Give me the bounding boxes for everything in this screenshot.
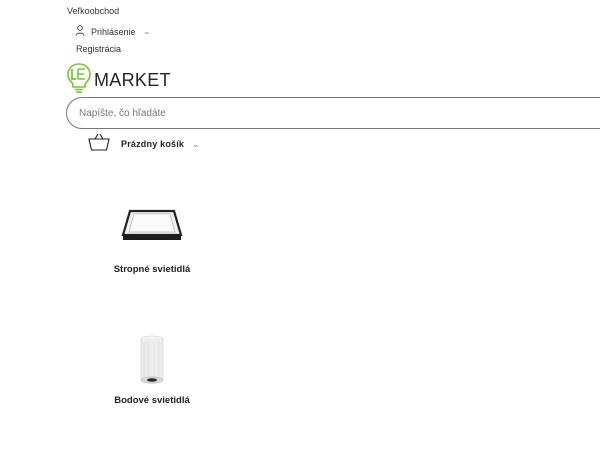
basket-icon — [88, 133, 110, 156]
category-label: Bodové svietidlá — [114, 395, 190, 406]
category-spot-lights[interactable]: Bodové svietidlá — [92, 330, 212, 406]
user-icon — [75, 25, 85, 38]
chevron-down-icon: ⌄ — [192, 139, 199, 149]
wholesale-link[interactable]: Veľkoobchod — [67, 6, 119, 16]
login-label: Prihlásenie — [91, 26, 136, 37]
cart-label: Prázdny košík — [121, 139, 185, 149]
login-dropdown[interactable]: Prihlásenie ⌄ — [75, 25, 150, 38]
spot-light-image — [124, 330, 180, 393]
ceiling-light-image — [119, 205, 185, 262]
search-bar[interactable] — [66, 97, 600, 129]
register-link[interactable]: Registrácia — [76, 44, 121, 54]
chevron-down-icon: ⌄ — [143, 27, 151, 36]
logo-text: MARKET — [94, 69, 171, 90]
site-logo[interactable]: MARKET — [66, 62, 171, 99]
category-ceiling-lights[interactable]: Stropné svietidlá — [92, 205, 212, 275]
led-bulb-logo-icon — [66, 62, 92, 99]
cart-dropdown[interactable]: Prázdny košík ⌄ — [88, 133, 199, 156]
search-input[interactable] — [67, 98, 600, 128]
category-label: Stropné svietidlá — [113, 264, 191, 275]
